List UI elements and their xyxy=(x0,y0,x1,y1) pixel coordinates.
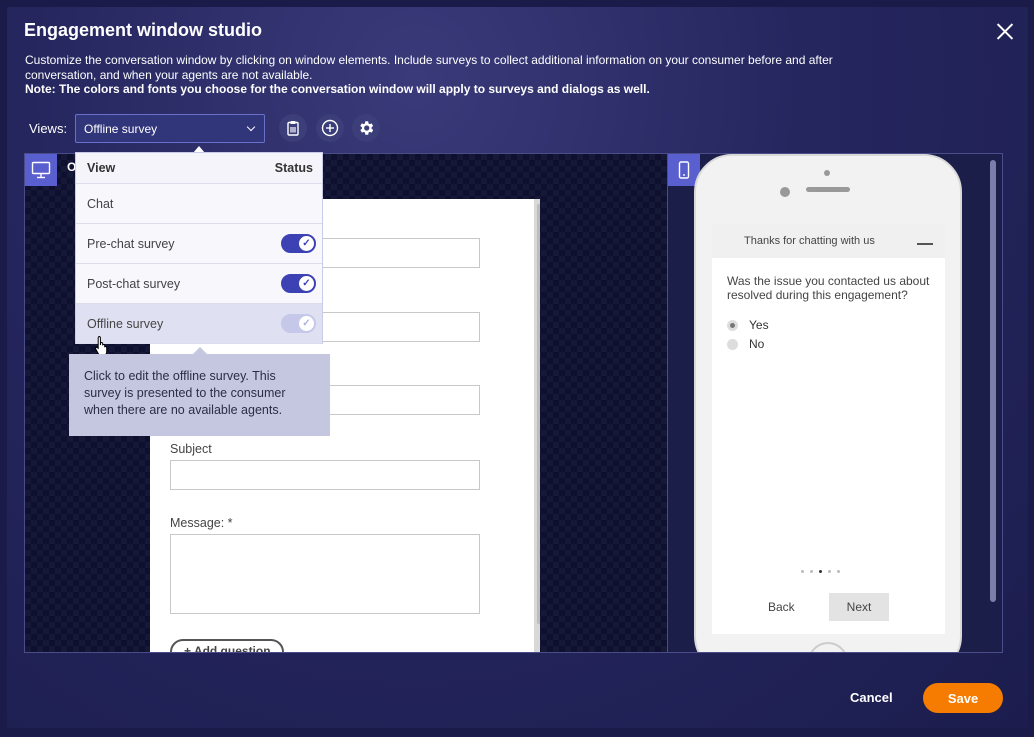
offline-toggle[interactable]: ✓ xyxy=(281,314,316,333)
phone-home-button xyxy=(808,642,848,652)
post-chat-toggle[interactable]: ✓ xyxy=(281,274,316,293)
dropdown-item-post-chat[interactable]: Post-chat survey ✓ xyxy=(76,264,322,304)
header-status: Status xyxy=(274,161,313,175)
subject-label: Subject xyxy=(170,442,212,456)
option-yes-label: Yes xyxy=(749,318,769,332)
close-icon[interactable] xyxy=(992,19,1018,45)
clipboard-icon[interactable] xyxy=(279,114,307,142)
phone-header: Thanks for chatting with us xyxy=(712,224,945,258)
gear-icon xyxy=(360,121,374,135)
desktop-icon xyxy=(31,161,51,179)
phone-header-title: Thanks for chatting with us xyxy=(744,235,875,247)
check-icon: ✓ xyxy=(299,276,314,291)
dropdown-item-label: Chat xyxy=(87,196,114,211)
dropdown-header: View Status xyxy=(76,153,322,184)
cancel-button[interactable]: Cancel xyxy=(850,690,893,705)
description-text: Customize the conversation window by cli… xyxy=(25,53,833,82)
views-label: Views: xyxy=(29,121,68,136)
check-icon: ✓ xyxy=(299,236,314,251)
chevron-down-icon xyxy=(246,122,256,132)
phone-frame: Thanks for chatting with us Was the issu… xyxy=(694,154,962,652)
plus-circle-icon xyxy=(321,119,339,137)
back-button[interactable]: Back xyxy=(768,600,795,614)
save-button[interactable]: Save xyxy=(923,683,1003,713)
page-dot xyxy=(810,570,813,573)
modal-title: Engagement window studio xyxy=(24,20,262,40)
views-dropdown: View Status Chat Pre-chat survey ✓ Post-… xyxy=(75,152,323,344)
dropdown-item-offline[interactable]: Offline survey ✓ xyxy=(76,304,322,344)
radio-icon xyxy=(727,338,738,350)
subject-field[interactable] xyxy=(170,460,480,490)
form-scrollbar[interactable] xyxy=(537,204,540,624)
option-no-label: No xyxy=(749,337,765,351)
settings-button[interactable] xyxy=(352,114,380,142)
next-button[interactable]: Next xyxy=(829,593,889,621)
desktop-view-tag[interactable] xyxy=(25,154,57,186)
pre-chat-toggle[interactable]: ✓ xyxy=(281,234,316,253)
mobile-preview-pane: Thanks for chatting with us Was the issu… xyxy=(667,154,1002,652)
phone-sensor xyxy=(780,187,790,197)
mobile-icon xyxy=(678,161,690,179)
dropdown-item-chat[interactable]: Chat xyxy=(76,184,322,224)
dropdown-item-pre-chat[interactable]: Pre-chat survey ✓ xyxy=(76,224,322,264)
phone-screen: Thanks for chatting with us Was the issu… xyxy=(712,224,945,634)
page-dot-current xyxy=(819,570,822,573)
mobile-scrollbar[interactable] xyxy=(990,160,996,602)
option-no[interactable]: No xyxy=(727,337,764,351)
offline-survey-tooltip: Click to edit the offline survey. This s… xyxy=(69,354,330,436)
description-note: Note: The colors and fonts you choose fo… xyxy=(25,82,650,96)
page-dot xyxy=(801,570,804,573)
add-view-button[interactable] xyxy=(316,114,344,142)
minimize-icon[interactable] xyxy=(917,243,933,245)
message-field[interactable] xyxy=(170,534,480,614)
views-selected-value: Offline survey xyxy=(84,122,158,136)
page-dot xyxy=(837,570,840,573)
radio-icon xyxy=(727,319,738,331)
option-yes[interactable]: Yes xyxy=(727,318,769,332)
phone-speaker xyxy=(806,187,850,192)
dropdown-item-label: Post-chat survey xyxy=(87,276,181,291)
dropdown-item-label: Offline survey xyxy=(87,316,164,331)
tooltip-caret xyxy=(193,347,207,354)
description: Customize the conversation window by cli… xyxy=(25,53,885,97)
phone-camera xyxy=(824,170,830,176)
survey-question: Was the issue you contacted us about res… xyxy=(727,274,930,302)
add-question-button[interactable]: + Add question xyxy=(170,639,284,652)
header-view: View xyxy=(87,161,116,175)
page-indicator xyxy=(801,570,840,573)
views-select[interactable]: Offline survey xyxy=(75,114,265,143)
page-dot xyxy=(828,570,831,573)
message-label: Message: * xyxy=(170,516,233,530)
dropdown-item-label: Pre-chat survey xyxy=(87,236,175,251)
check-icon: ✓ xyxy=(299,316,314,331)
